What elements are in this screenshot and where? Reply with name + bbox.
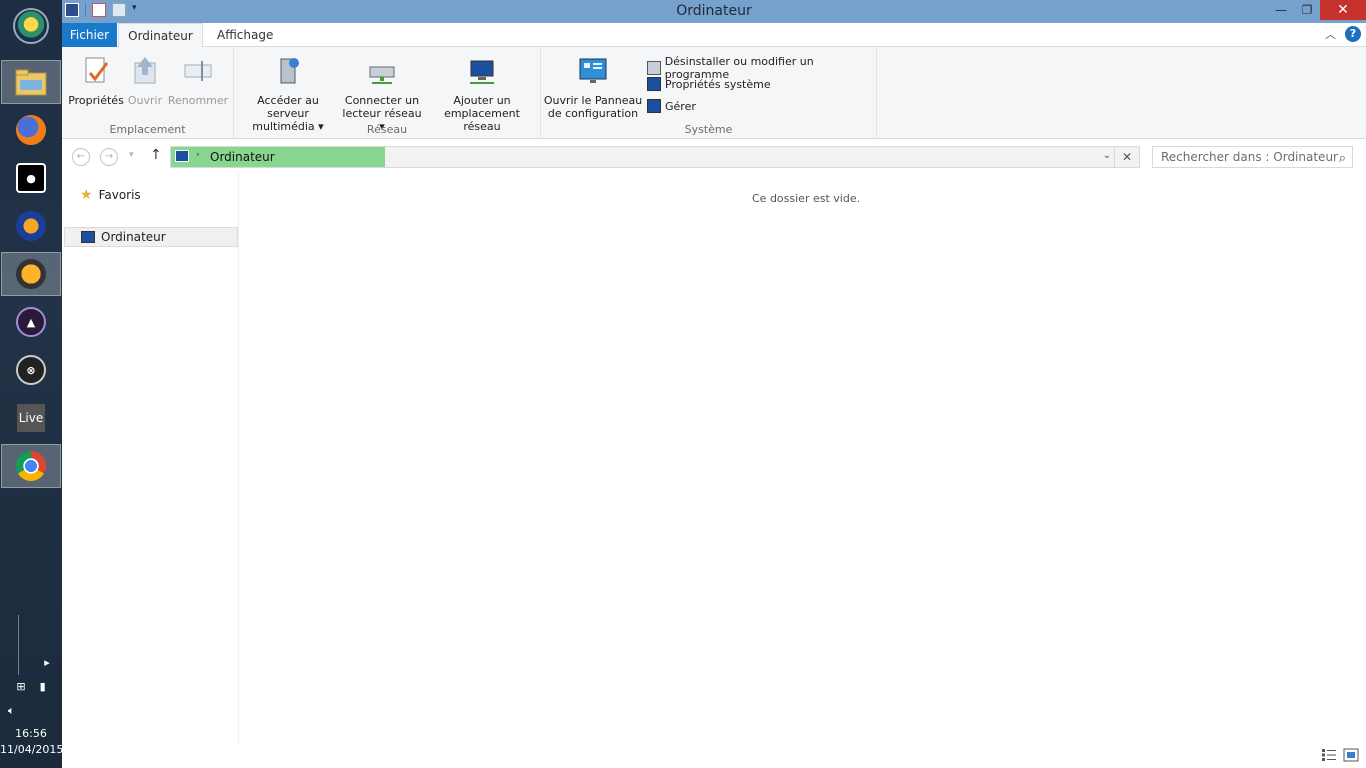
taskbar-firefox[interactable]	[1, 108, 61, 152]
manage-button[interactable]: Gérer	[647, 99, 696, 113]
computer-icon	[81, 231, 95, 243]
recent-locations-icon[interactable]: ▾	[129, 150, 134, 160]
folder-icon	[15, 69, 47, 96]
title-bar[interactable]: ▾ Ordinateur — ❐ ✕	[62, 0, 1366, 23]
open-button[interactable]: Ouvrir	[126, 55, 164, 107]
explorer-window: ▾ Ordinateur — ❐ ✕ Fichier Ordinateur Af…	[62, 0, 1366, 768]
tab-file[interactable]: Fichier	[62, 23, 117, 47]
large-icons-view-icon[interactable]	[1343, 748, 1359, 762]
firefox-icon	[16, 115, 46, 145]
empty-folder-message: Ce dossier est vide.	[752, 192, 861, 205]
chrome-icon	[16, 451, 46, 481]
tray-divider	[18, 615, 19, 675]
search-icon[interactable]: ⌕	[1339, 149, 1346, 169]
open-icon	[134, 57, 156, 84]
star-icon: ★	[80, 187, 93, 203]
fl-studio-icon	[16, 259, 46, 289]
details-view-icon[interactable]	[1321, 748, 1337, 762]
breadcrumb-chevron-icon[interactable]: ›	[196, 150, 200, 160]
live-icon: Live	[17, 404, 45, 432]
tab-computer[interactable]: Ordinateur	[118, 23, 203, 48]
taskbar: ● ▲ ⊗ Live ▸ ⊞ ▮ 🔈︎ 16:56 11/04/2015	[0, 0, 63, 768]
ableton-icon: ●	[16, 163, 46, 193]
start-orb-icon	[13, 8, 49, 44]
group-label-network: Réseau	[366, 123, 408, 136]
battery-icon[interactable]: ▮	[40, 680, 46, 693]
up-button[interactable]: ↑	[150, 147, 162, 163]
properties-icon	[85, 57, 109, 83]
back-button[interactable]: ←	[72, 148, 90, 166]
search-placeholder: Rechercher dans : Ordinateur	[1161, 150, 1338, 164]
system-properties-button[interactable]: Propriétés système	[647, 77, 771, 91]
tab-view[interactable]: Affichage	[205, 23, 285, 47]
rename-icon	[184, 61, 212, 81]
properties-button[interactable]: Propriétés	[67, 55, 125, 107]
taskbar-chrome[interactable]	[1, 444, 61, 488]
ribbon-tabs: Fichier Ordinateur Affichage ︿ ?	[62, 23, 1366, 48]
volume-icon[interactable]: 🔈︎	[8, 704, 28, 718]
navigation-pane: ★ Favoris Ordinateur	[62, 173, 239, 745]
restore-button[interactable]: ❐	[1294, 0, 1320, 20]
taskbar-ableton[interactable]: ●	[1, 156, 61, 200]
status-bar	[62, 744, 1366, 768]
tray-expand-icon[interactable]: ▸	[40, 656, 54, 669]
media-server-button[interactable]: Accéder au serveur multimédia ▾	[236, 55, 340, 133]
group-system: Ouvrir le Panneau de configuration Désin…	[541, 47, 877, 139]
audacity-icon	[16, 211, 46, 241]
window-title: Ordinateur	[676, 3, 752, 19]
taskbar-fl-studio[interactable]	[1, 252, 61, 296]
nav-item-favorites[interactable]: ★ Favoris	[64, 185, 238, 205]
control-panel-button[interactable]: Ouvrir le Panneau de configuration	[543, 55, 643, 120]
clear-address-button[interactable]: ✕	[1114, 146, 1140, 168]
control-panel-icon	[579, 58, 607, 83]
add-network-location-button[interactable]: Ajouter un emplacement réseau	[424, 55, 540, 133]
media-server-icon	[280, 58, 299, 84]
uninstall-icon	[647, 61, 661, 75]
taskbar-protools[interactable]: ▲	[1, 300, 61, 344]
address-progress	[171, 147, 385, 167]
system-properties-icon	[647, 77, 661, 91]
taskbar-traktor[interactable]: ⊗	[1, 348, 61, 392]
taskbar-audacity[interactable]	[1, 204, 61, 248]
forward-button[interactable]: →	[100, 148, 118, 166]
group-label-location: Emplacement	[109, 123, 186, 136]
network-drive-icon	[369, 66, 395, 84]
address-bar[interactable]: › Ordinateur ⌄	[170, 146, 1140, 168]
group-label-system: Système	[684, 123, 733, 136]
start-button[interactable]	[1, 4, 61, 48]
network-location-icon	[470, 60, 494, 84]
taskbar-live[interactable]: Live	[1, 396, 61, 440]
clock-time[interactable]: 16:56	[0, 727, 62, 740]
ribbon: Propriétés Ouvrir Renommer Emplacement A…	[62, 47, 1366, 139]
protools-icon: ▲	[16, 307, 46, 337]
nav-item-computer[interactable]: Ordinateur	[64, 227, 238, 247]
close-button[interactable]: ✕	[1320, 0, 1366, 20]
taskbar-explorer[interactable]	[1, 60, 61, 104]
collapse-ribbon-icon[interactable]: ︿	[1325, 26, 1336, 42]
clock-date[interactable]: 11/04/2015	[0, 743, 63, 756]
breadcrumb-computer[interactable]: Ordinateur	[210, 150, 275, 164]
rename-button[interactable]: Renommer	[166, 55, 230, 107]
search-input[interactable]: Rechercher dans : Ordinateur ⌕	[1152, 146, 1353, 168]
map-network-drive-button[interactable]: Connecter un lecteur réseau ▾	[340, 55, 424, 133]
manage-icon	[647, 99, 661, 113]
minimize-button[interactable]: —	[1268, 0, 1294, 20]
network-icon[interactable]: ⊞	[16, 680, 25, 693]
help-icon[interactable]: ?	[1345, 26, 1361, 42]
traktor-icon: ⊗	[16, 355, 46, 385]
group-network: Accéder au serveur multimédia ▾ Connecte…	[234, 47, 541, 139]
address-dropdown-icon[interactable]: ⌄	[1103, 150, 1111, 161]
group-location: Propriétés Ouvrir Renommer Emplacement	[62, 47, 234, 139]
computer-address-icon	[175, 150, 189, 162]
address-row: ← → ▾ ↑ › Ordinateur ⌄ ✕ Rechercher dans…	[62, 140, 1366, 173]
